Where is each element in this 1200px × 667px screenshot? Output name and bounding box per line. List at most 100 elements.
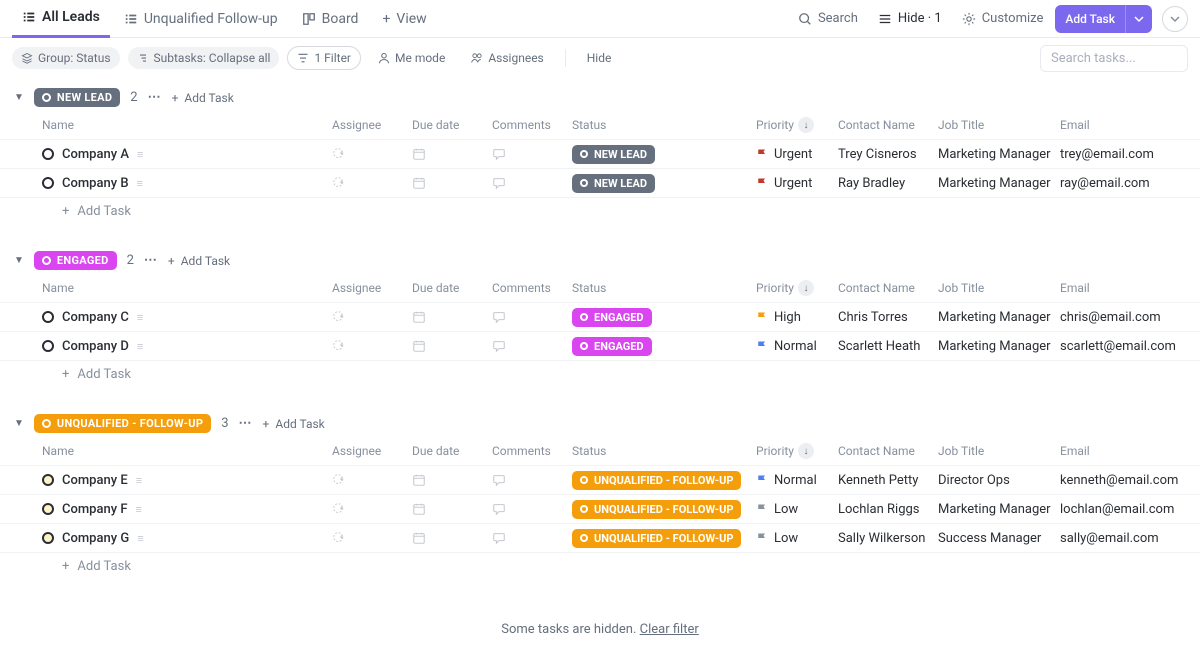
drag-handle-icon[interactable]: ≡: [137, 177, 143, 190]
due-date-cell[interactable]: [412, 473, 492, 488]
task-title[interactable]: Company A: [62, 147, 129, 162]
hide-toggle[interactable]: Hide: [578, 47, 621, 69]
add-task-row[interactable]: +Add Task: [0, 552, 1200, 580]
tab-unqualified[interactable]: Unqualified Follow-up: [114, 0, 288, 38]
group-status-pill[interactable]: ENGAGED: [34, 251, 117, 270]
priority-cell[interactable]: Low: [756, 531, 838, 546]
col-due[interactable]: Due date: [412, 118, 492, 132]
me-mode-toggle[interactable]: Me mode: [369, 47, 454, 69]
search-input[interactable]: [1040, 45, 1188, 72]
status-cell[interactable]: UNQUALIFIED - FOLLOW-UP: [572, 471, 756, 490]
assignee-cell[interactable]: [332, 473, 412, 488]
task-row[interactable]: Company G≡UNQUALIFIED - FOLLOW-UPLowSall…: [0, 523, 1200, 552]
task-row[interactable]: Company E≡UNQUALIFIED - FOLLOW-UPNormalK…: [0, 465, 1200, 494]
add-task-button[interactable]: Add Task: [1055, 5, 1152, 33]
add-task-inline[interactable]: +Add Task: [263, 417, 325, 431]
group-more-menu[interactable]: ⋯: [144, 253, 158, 268]
status-ring-icon[interactable]: [42, 474, 54, 486]
task-row[interactable]: Company A≡NEW LEADUrgentTrey CisnerosMar…: [0, 139, 1200, 168]
due-date-cell[interactable]: [412, 147, 492, 162]
comments-cell[interactable]: [492, 473, 572, 488]
assignee-cell[interactable]: [332, 310, 412, 325]
priority-cell[interactable]: Urgent: [756, 176, 838, 191]
drag-handle-icon[interactable]: ≡: [136, 474, 142, 487]
due-date-cell[interactable]: [412, 310, 492, 325]
priority-cell[interactable]: Normal: [756, 339, 838, 354]
comments-cell[interactable]: [492, 176, 572, 191]
priority-cell[interactable]: High: [756, 310, 838, 325]
col-status[interactable]: Status: [572, 444, 756, 458]
due-date-cell[interactable]: [412, 502, 492, 517]
search-button[interactable]: Search: [790, 5, 866, 33]
subtasks-chip[interactable]: Subtasks: Collapse all: [128, 47, 280, 69]
status-cell[interactable]: UNQUALIFIED - FOLLOW-UP: [572, 529, 756, 548]
col-name[interactable]: Name: [42, 118, 332, 132]
add-task-row[interactable]: +Add Task: [0, 360, 1200, 388]
status-cell[interactable]: ENGAGED: [572, 308, 756, 327]
collapse-toggle[interactable]: ▼: [14, 255, 24, 266]
drag-handle-icon[interactable]: ≡: [137, 340, 143, 353]
task-title[interactable]: Company C: [62, 310, 129, 325]
col-email[interactable]: Email: [1060, 444, 1186, 458]
add-task-inline[interactable]: +Add Task: [172, 91, 234, 105]
status-ring-icon[interactable]: [42, 148, 54, 160]
status-ring-icon[interactable]: [42, 311, 54, 323]
task-row[interactable]: Company D≡ENGAGEDNormalScarlett HeathMar…: [0, 331, 1200, 360]
col-job[interactable]: Job Title: [938, 281, 1060, 295]
col-comments[interactable]: Comments: [492, 118, 572, 132]
task-row[interactable]: Company C≡ENGAGEDHighChris TorresMarketi…: [0, 302, 1200, 331]
drag-handle-icon[interactable]: ≡: [137, 148, 143, 161]
priority-cell[interactable]: Urgent: [756, 147, 838, 162]
due-date-cell[interactable]: [412, 176, 492, 191]
group-status-pill[interactable]: NEW LEAD: [34, 88, 120, 107]
col-due[interactable]: Due date: [412, 444, 492, 458]
status-ring-icon[interactable]: [42, 340, 54, 352]
status-cell[interactable]: UNQUALIFIED - FOLLOW-UP: [572, 500, 756, 519]
col-contact[interactable]: Contact Name: [838, 118, 938, 132]
col-name[interactable]: Name: [42, 444, 332, 458]
col-status[interactable]: Status: [572, 118, 756, 132]
drag-handle-icon[interactable]: ≡: [136, 503, 142, 516]
col-contact[interactable]: Contact Name: [838, 444, 938, 458]
user-menu[interactable]: [1162, 6, 1188, 32]
group-more-menu[interactable]: ⋯: [239, 416, 253, 431]
status-cell[interactable]: ENGAGED: [572, 337, 756, 356]
assignees-toggle[interactable]: Assignees: [462, 47, 552, 69]
comments-cell[interactable]: [492, 339, 572, 354]
status-ring-icon[interactable]: [42, 177, 54, 189]
comments-cell[interactable]: [492, 531, 572, 546]
tab-add-view[interactable]: + View: [372, 0, 436, 38]
priority-cell[interactable]: Normal: [756, 473, 838, 488]
drag-handle-icon[interactable]: ≡: [137, 532, 143, 545]
status-ring-icon[interactable]: [42, 532, 54, 544]
col-comments[interactable]: Comments: [492, 281, 572, 295]
tab-board[interactable]: Board: [292, 0, 369, 38]
hide-columns-button[interactable]: Hide · 1: [870, 5, 950, 33]
task-title[interactable]: Company F: [62, 502, 128, 517]
col-job[interactable]: Job Title: [938, 444, 1060, 458]
status-ring-icon[interactable]: [42, 503, 54, 515]
col-comments[interactable]: Comments: [492, 444, 572, 458]
col-due[interactable]: Due date: [412, 281, 492, 295]
comments-cell[interactable]: [492, 502, 572, 517]
col-email[interactable]: Email: [1060, 281, 1186, 295]
assignee-cell[interactable]: [332, 531, 412, 546]
status-cell[interactable]: NEW LEAD: [572, 174, 756, 193]
task-row[interactable]: Company F≡UNQUALIFIED - FOLLOW-UPLowLoch…: [0, 494, 1200, 523]
col-contact[interactable]: Contact Name: [838, 281, 938, 295]
due-date-cell[interactable]: [412, 339, 492, 354]
task-title[interactable]: Company B: [62, 176, 129, 191]
customize-button[interactable]: Customize: [954, 5, 1052, 33]
col-assignee[interactable]: Assignee: [332, 444, 412, 458]
priority-cell[interactable]: Low: [756, 502, 838, 517]
add-task-inline[interactable]: +Add Task: [168, 254, 230, 268]
col-name[interactable]: Name: [42, 281, 332, 295]
due-date-cell[interactable]: [412, 531, 492, 546]
comments-cell[interactable]: [492, 310, 572, 325]
col-email[interactable]: Email: [1060, 118, 1186, 132]
comments-cell[interactable]: [492, 147, 572, 162]
col-assignee[interactable]: Assignee: [332, 281, 412, 295]
task-title[interactable]: Company G: [62, 531, 129, 546]
assignee-cell[interactable]: [332, 176, 412, 191]
group-more-menu[interactable]: ⋯: [148, 90, 162, 105]
